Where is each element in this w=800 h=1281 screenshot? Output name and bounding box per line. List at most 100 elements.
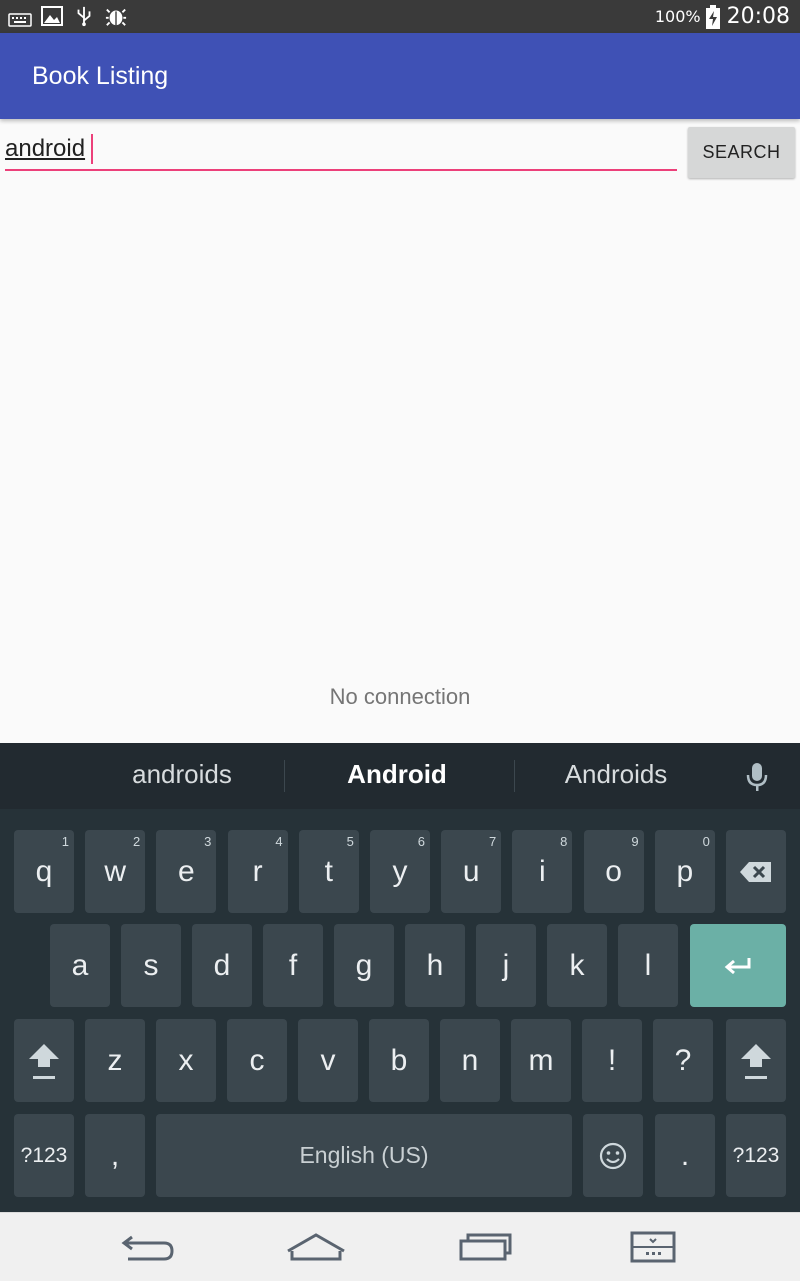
key-number-hint: 7: [488, 834, 497, 849]
key-number-hint: 1: [61, 834, 69, 849]
letter-key[interactable]: k: [547, 924, 607, 1007]
letter-key[interactable]: !: [582, 1019, 642, 1102]
status-bar: 100% 20:08: [0, 0, 800, 33]
letter-key[interactable]: u7: [441, 830, 502, 913]
key-label: !: [607, 1043, 617, 1077]
key-number-hint: 6: [417, 834, 425, 849]
clock: 20:08: [726, 4, 790, 29]
backspace-icon: [740, 861, 771, 882]
key-label: b: [390, 1043, 408, 1077]
search-input-text: android: [5, 135, 86, 162]
navigation-bar: [0, 1212, 800, 1281]
letter-key[interactable]: z: [85, 1019, 145, 1102]
letter-key[interactable]: p0: [654, 830, 715, 913]
letter-key[interactable]: ?: [653, 1019, 713, 1102]
suggestion-strip: androids Android Androids: [0, 743, 800, 809]
key-label: x: [178, 1043, 194, 1077]
letter-key[interactable]: m: [511, 1019, 571, 1102]
letter-key[interactable]: r4: [227, 830, 288, 913]
key-number-hint: 5: [346, 834, 354, 849]
backspace-key[interactable]: [726, 830, 786, 913]
key-number-hint: 9: [631, 834, 639, 849]
keyboard-icon: [8, 13, 32, 27]
letter-key[interactable]: f: [263, 924, 323, 1007]
key-label: j: [502, 948, 510, 982]
key-label: c: [249, 1043, 265, 1077]
letter-key[interactable]: t5: [298, 830, 359, 913]
letter-key[interactable]: l: [618, 924, 678, 1007]
comma-key[interactable]: ,: [85, 1114, 145, 1197]
key-label: i: [539, 854, 546, 888]
key-number-hint: 4: [275, 834, 283, 849]
symbols-key-right[interactable]: ?123: [726, 1114, 786, 1197]
key-label: t: [324, 854, 333, 888]
letter-key[interactable]: q1: [14, 830, 74, 913]
suggestion-divider: [284, 760, 285, 792]
enter-key[interactable]: [690, 924, 786, 1007]
symbols-key-left[interactable]: ?123: [14, 1114, 74, 1197]
letter-key[interactable]: b: [369, 1019, 429, 1102]
key-label: s: [143, 948, 159, 982]
bug-icon: [105, 8, 127, 26]
letter-key[interactable]: o9: [583, 830, 644, 913]
app-title: Book Listing: [32, 62, 169, 90]
keyboard-switch-icon[interactable]: [630, 1231, 676, 1263]
letter-key[interactable]: j: [476, 924, 536, 1007]
search-input[interactable]: android: [5, 131, 677, 171]
key-number-hint: 8: [560, 834, 568, 849]
key-label: p: [676, 854, 694, 888]
shift-icon: [29, 1043, 59, 1079]
back-icon[interactable]: [120, 1231, 176, 1263]
key-label: e: [178, 854, 195, 888]
emoji-key[interactable]: [583, 1114, 643, 1197]
key-label: w: [104, 854, 127, 888]
key-number-hint: 2: [132, 834, 141, 849]
key-label: m: [528, 1043, 554, 1077]
key-label: y: [392, 854, 408, 888]
home-icon[interactable]: [286, 1231, 346, 1263]
letter-key[interactable]: a: [50, 924, 110, 1007]
key-label: q: [35, 854, 53, 888]
key-label: ?: [674, 1043, 692, 1077]
key-label: d: [213, 948, 231, 982]
letter-key[interactable]: s: [121, 924, 181, 1007]
suggestion-right[interactable]: Androids: [516, 759, 716, 790]
letter-key[interactable]: x: [156, 1019, 216, 1102]
letter-key[interactable]: g: [334, 924, 394, 1007]
shift-key-left[interactable]: [14, 1019, 74, 1102]
letter-key[interactable]: v: [298, 1019, 358, 1102]
letter-key[interactable]: y6: [370, 830, 430, 913]
period-key[interactable]: .: [655, 1114, 715, 1197]
key-label: f: [288, 948, 298, 982]
shift-key-right[interactable]: [726, 1019, 786, 1102]
enter-icon: [724, 957, 751, 974]
letter-key[interactable]: c: [227, 1019, 287, 1102]
image-icon: [41, 6, 63, 26]
key-label: h: [426, 948, 444, 982]
key-number-hint: 0: [702, 834, 710, 849]
smiley-icon: [599, 1142, 627, 1169]
battery-percentage: 100%: [654, 7, 701, 26]
search-button[interactable]: SEARCH: [688, 127, 795, 178]
key-label: n: [461, 1043, 479, 1077]
microphone-icon[interactable]: [744, 761, 770, 793]
letter-key[interactable]: d: [192, 924, 252, 1007]
letter-key[interactable]: n: [440, 1019, 500, 1102]
key-label: z: [107, 1043, 123, 1077]
recents-icon[interactable]: [458, 1231, 514, 1263]
key-label: k: [569, 948, 585, 982]
letter-key[interactable]: i8: [512, 830, 573, 913]
key-label: o: [605, 854, 622, 888]
suggestion-center[interactable]: Android: [297, 759, 497, 790]
suggestion-left[interactable]: androids: [82, 759, 282, 790]
empty-state-text: No connection: [329, 684, 471, 709]
space-key[interactable]: English (US): [156, 1114, 572, 1197]
key-label: g: [355, 948, 373, 982]
letter-key[interactable]: e3: [156, 830, 217, 913]
key-label: r: [252, 854, 263, 888]
shift-icon: [741, 1043, 771, 1079]
app-bar: Book Listing: [0, 33, 800, 119]
letter-key[interactable]: h: [405, 924, 465, 1007]
letter-key[interactable]: w2: [85, 830, 146, 913]
key-label: a: [71, 948, 89, 982]
